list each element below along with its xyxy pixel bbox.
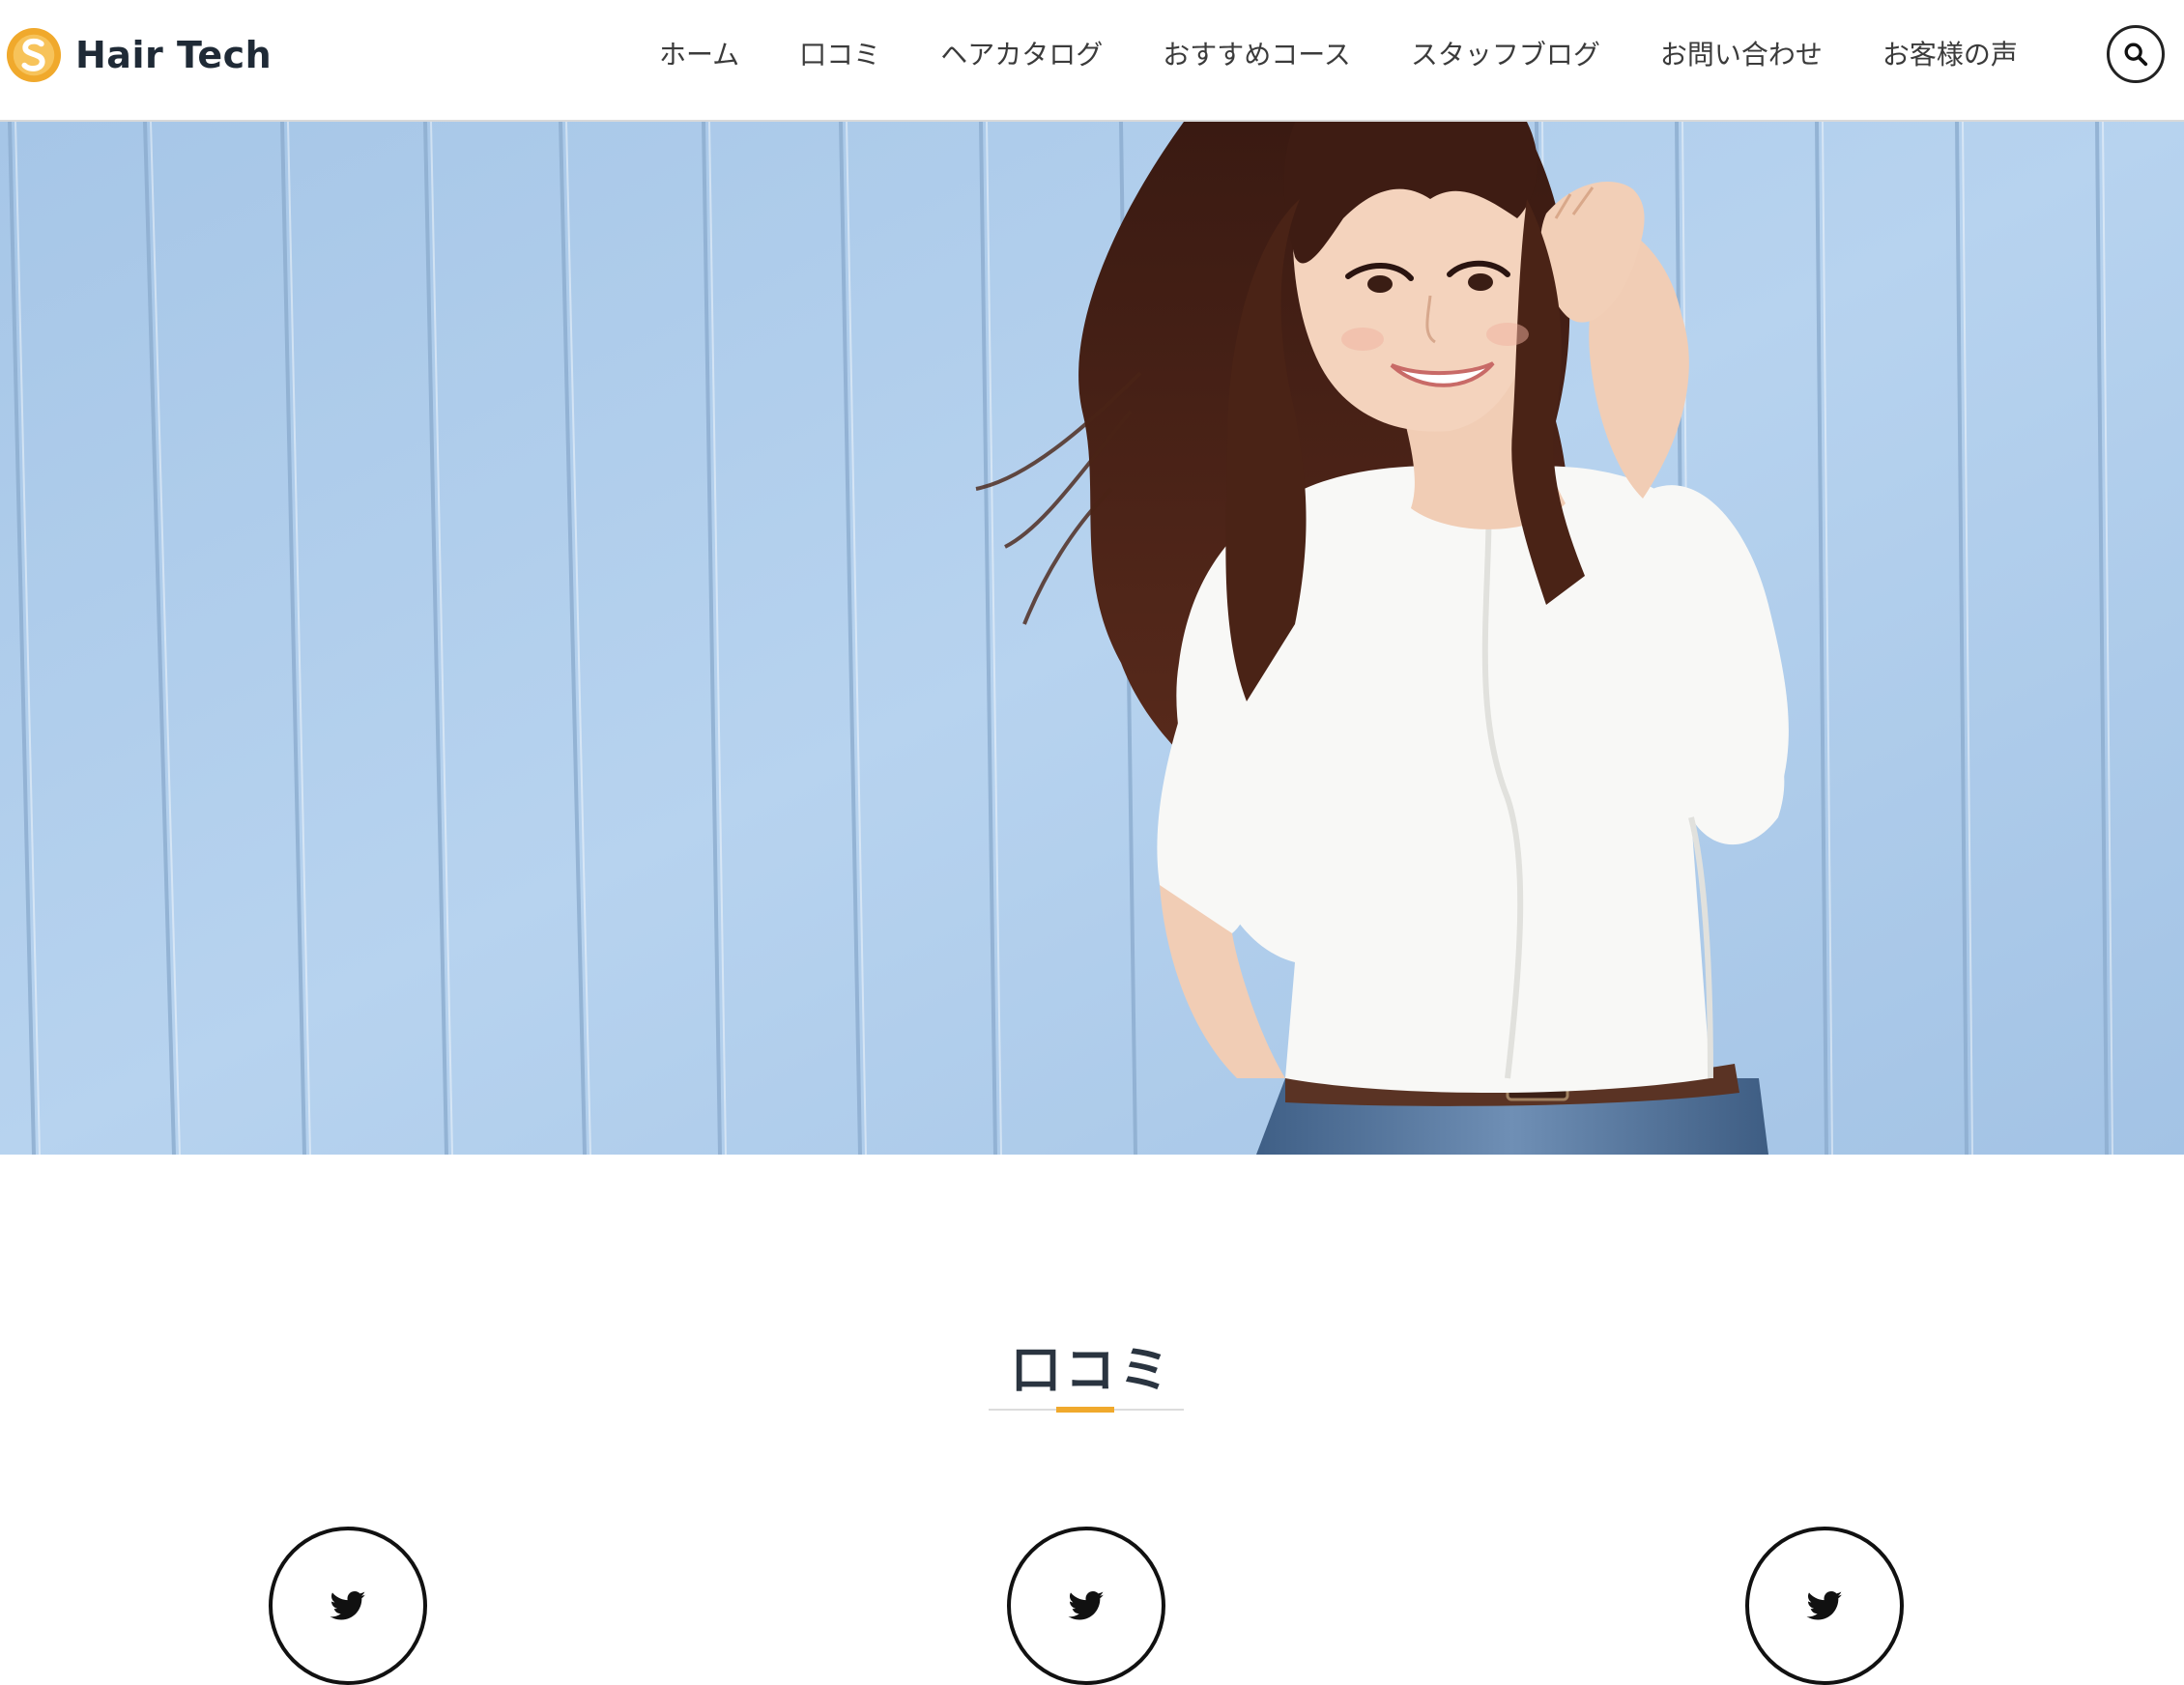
hero-image xyxy=(0,122,2184,1155)
nav-item-recommended-course[interactable]: おすすめコース xyxy=(1163,34,1351,72)
nav-item-contact[interactable]: お問い合わせ xyxy=(1660,34,1823,72)
nav-item-home[interactable]: ホーム xyxy=(659,34,739,72)
main-nav: ホーム 口コミ ヘアカタログ おすすめコース スタッフブログ お問い合わせ お客… xyxy=(659,0,2018,106)
review-card-1-twitter-button[interactable] xyxy=(269,1527,427,1685)
site-logo[interactable]: Hair Tech xyxy=(6,26,272,84)
twitter-icon xyxy=(330,1591,366,1620)
twitter-icon xyxy=(1068,1591,1105,1620)
search-icon xyxy=(2124,43,2148,67)
section-title: 口コミ xyxy=(1010,1342,1173,1400)
title-accent-bar xyxy=(1056,1407,1114,1413)
site-header: Hair Tech ホーム 口コミ ヘアカタログ おすすめコース スタッフブログ… xyxy=(0,0,2184,122)
nav-item-staff-blog[interactable]: スタッフブログ xyxy=(1411,34,1600,72)
review-card-3-twitter-button[interactable] xyxy=(1745,1527,1904,1685)
logo-mark-icon xyxy=(6,27,62,83)
search-button[interactable] xyxy=(2107,25,2165,83)
nav-item-hair-catalog[interactable]: ヘアカタログ xyxy=(940,34,1103,72)
nav-item-customer-voice[interactable]: お客様の声 xyxy=(1882,34,2018,72)
hero-banner xyxy=(0,122,2184,1155)
nav-item-reviews[interactable]: 口コミ xyxy=(799,34,880,72)
brand-name: Hair Tech xyxy=(75,34,273,76)
review-card-2-twitter-button[interactable] xyxy=(1007,1527,1165,1685)
twitter-icon xyxy=(1806,1591,1843,1620)
